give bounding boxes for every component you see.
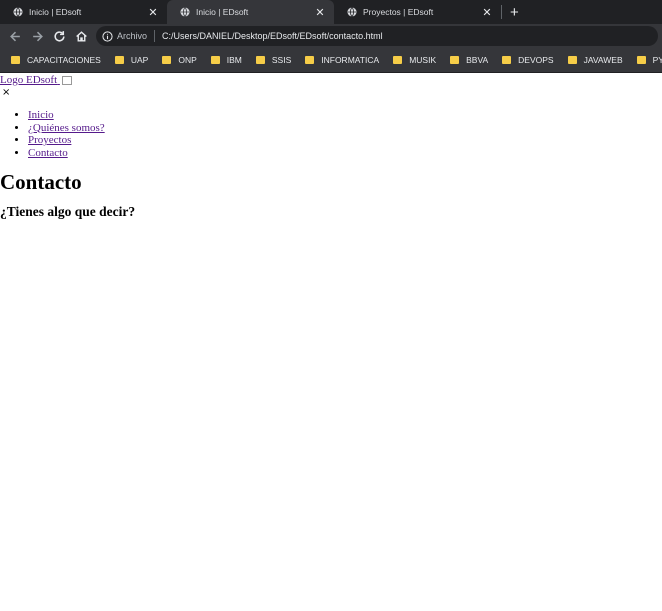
page-subtitle: ¿Tienes algo que decir? <box>0 203 136 219</box>
logo-alt-text: Logo EDsoft <box>0 74 58 86</box>
bookmark-folder[interactable]: IBM <box>210 55 242 65</box>
bookmark-label: SSIS <box>271 55 292 65</box>
folder-icon <box>11 56 20 64</box>
scheme-label: Archivo <box>117 31 148 41</box>
browser-toolbar: Archivo C:/Users/DANIEL/Desktop/EDsoft/E… <box>0 24 662 48</box>
tab-proyectos[interactable]: Proyectos | EDsoft ✕ <box>334 0 501 24</box>
nav-link-inicio[interactable]: Inicio <box>28 109 54 121</box>
bookmark-folder[interactable]: ONP <box>162 55 197 65</box>
nav-item: ¿Quiénes somos? <box>28 122 662 135</box>
bookmark-label: CAPACITACIONES <box>27 55 101 65</box>
folder-icon <box>502 56 512 64</box>
reload-button[interactable] <box>48 25 70 47</box>
bookmark-label: MUSIK <box>409 55 437 65</box>
address-bar[interactable]: Archivo C:/Users/DANIEL/Desktop/EDsoft/E… <box>96 26 658 46</box>
page-title: Contacto <box>0 169 82 194</box>
bookmark-label: BBVA <box>466 55 489 65</box>
navbar-brand: Logo EDsoft <box>0 73 662 87</box>
tab-title: Inicio | EDsoft <box>196 7 249 17</box>
new-tab-button[interactable]: + <box>510 5 519 20</box>
close-icon[interactable]: ✕ <box>481 6 493 19</box>
address-divider <box>154 30 156 42</box>
bookmark-label: IBM <box>226 55 242 65</box>
arrow-right-icon <box>32 31 43 41</box>
folder-icon <box>162 56 172 64</box>
tab-inicio-1[interactable]: Inicio | EDsoft ✕ <box>0 0 167 24</box>
forward-button[interactable] <box>26 25 48 47</box>
close-icon[interactable]: ✕ <box>314 6 326 19</box>
bookmark-folder[interactable]: JAVAWEB <box>567 55 623 65</box>
bookmark-label: PYTHON <box>652 55 662 65</box>
folder-icon <box>255 56 265 64</box>
tab-divider <box>501 5 502 19</box>
bookmark-folder[interactable]: CAPACITACIONES <box>11 55 101 65</box>
bookmark-folder[interactable]: BBVA <box>450 55 488 65</box>
globe-icon <box>347 7 357 17</box>
tab-inicio-2[interactable]: Inicio | EDsoft ✕ <box>167 0 334 24</box>
nav-list: Inicio ¿Quiénes somos? Proyectos Contact… <box>0 109 662 160</box>
bookmark-folder[interactable]: MUSIK <box>393 55 436 65</box>
folder-icon <box>393 56 403 64</box>
nav-link-quienes-somos[interactable]: ¿Quiénes somos? <box>28 122 105 134</box>
bookmark-label: INFORMATICA <box>321 55 380 65</box>
close-icon[interactable]: ✕ <box>147 6 159 19</box>
navbar-toggler-button[interactable]: × <box>0 87 662 99</box>
reload-icon <box>53 30 65 42</box>
bookmarks-bar: CAPACITACIONES UAP ONP IBM SSIS INFORMAT… <box>0 48 662 73</box>
nav-item: Proyectos <box>28 134 662 147</box>
nav-item: Contacto <box>28 147 662 160</box>
nav-link-contacto[interactable]: Contacto <box>28 147 68 159</box>
bookmark-label: UAP <box>130 55 149 65</box>
home-icon <box>75 30 87 42</box>
tab-strip: Inicio | EDsoft ✕ Inicio | EDsoft ✕ Proy… <box>0 0 662 24</box>
tab-title: Inicio | EDsoft <box>29 7 82 17</box>
globe-icon <box>180 7 190 17</box>
info-icon <box>102 30 113 42</box>
folder-icon <box>305 56 315 64</box>
tab-title: Proyectos | EDsoft <box>363 7 434 17</box>
folder-icon <box>636 56 646 64</box>
nav-item: Inicio <box>28 109 662 122</box>
bookmark-label: JAVAWEB <box>583 55 623 65</box>
bookmark-label: DEVOPS <box>518 55 554 65</box>
folder-icon <box>450 56 460 64</box>
page-content: Logo EDsoft × Inicio ¿Quiénes somos? Pro… <box>0 73 662 220</box>
home-button[interactable] <box>70 25 92 47</box>
folder-icon <box>114 56 124 64</box>
url-text: C:/Users/DANIEL/Desktop/EDsoft/EDsoft/co… <box>162 31 383 41</box>
arrow-left-icon <box>9 31 20 41</box>
nav-link-proyectos[interactable]: Proyectos <box>28 134 71 146</box>
globe-icon <box>13 7 23 17</box>
back-button[interactable] <box>4 25 26 47</box>
bookmark-folder[interactable]: SSIS <box>255 55 292 65</box>
logo-link[interactable]: Logo EDsoft <box>0 74 60 86</box>
bookmark-folder[interactable]: UAP <box>114 55 149 65</box>
folder-icon <box>210 56 220 64</box>
bookmark-folder[interactable]: DEVOPS <box>502 55 554 65</box>
bookmark-folder[interactable]: PYTHON <box>636 55 662 65</box>
bookmark-label: ONP <box>178 55 197 65</box>
folder-icon <box>567 56 577 64</box>
bookmark-folder[interactable]: INFORMATICA <box>305 55 379 65</box>
broken-image-icon <box>61 75 72 85</box>
